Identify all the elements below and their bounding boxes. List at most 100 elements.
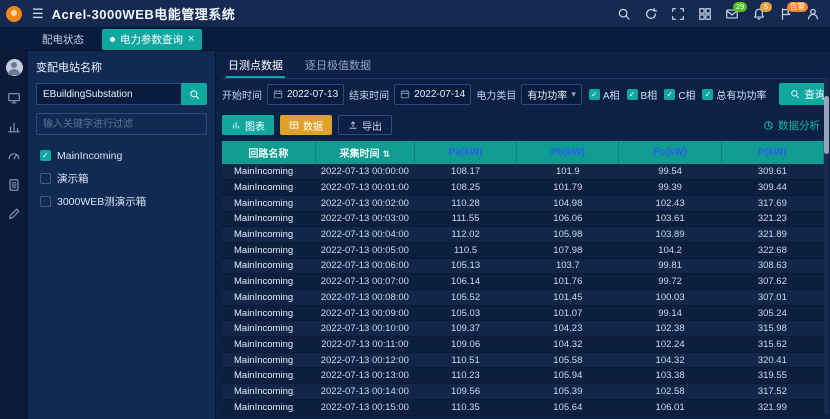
data-view-button[interactable]: 数据: [280, 115, 332, 135]
user-avatar[interactable]: [6, 59, 23, 76]
header-actions: 29 5 告警: [617, 7, 820, 21]
tree-filter-input[interactable]: [36, 113, 207, 135]
chart-icon: [231, 120, 241, 130]
table-cell: MainIncoming: [222, 164, 315, 180]
tree-checkbox[interactable]: [40, 173, 51, 184]
tab-daily-extreme-data[interactable]: 逐日极值数据: [303, 53, 373, 78]
document-icon[interactable]: [7, 178, 21, 192]
table-cell: 322.68: [721, 242, 823, 258]
table-cell: 112.02: [414, 227, 516, 243]
table-row: MainIncoming2022-07-13 00:05:00110.5107.…: [222, 242, 824, 258]
fullscreen-icon[interactable]: [671, 7, 685, 21]
search-icon: [790, 89, 800, 99]
table-cell: 104.32: [517, 337, 619, 353]
phase-label: 总有功功率: [716, 87, 766, 102]
filter-bar: 开始时间 2022-07-13 结束时间 2022-07-14 电力类目 有功功…: [222, 79, 824, 109]
refresh-icon[interactable]: [644, 7, 658, 21]
checkbox-icon[interactable]: ✓: [627, 89, 638, 100]
tab-power-param-query[interactable]: 电力参数查询 ×: [102, 29, 202, 50]
app-title: Acrel-3000WEB电能管理系统: [52, 4, 236, 23]
table-cell: 105.94: [517, 368, 619, 384]
table-cell: 2022-07-13 00:12:00: [315, 352, 414, 368]
table-cell: 2022-07-13 00:05:00: [315, 242, 414, 258]
column-header: 回路名称: [222, 141, 315, 164]
checkbox-icon[interactable]: ✓: [664, 89, 675, 100]
table-cell: 315.62: [721, 337, 823, 353]
end-date-label: 结束时间: [349, 87, 389, 102]
column-header[interactable]: 采集时间⇅: [315, 141, 414, 164]
table-cell: 2022-07-13 00:14:00: [315, 384, 414, 400]
tree-item[interactable]: 3000WEB测演示箱: [36, 191, 207, 212]
phase-checkbox[interactable]: ✓A相: [589, 87, 620, 102]
phase-checkbox[interactable]: ✓C相: [664, 87, 695, 102]
active-tab-dot: [110, 37, 115, 42]
phase-checkbox[interactable]: ✓B相: [627, 87, 658, 102]
table-row: MainIncoming2022-07-13 00:15:00110.35105…: [222, 399, 824, 415]
table-cell: 105.58: [517, 352, 619, 368]
end-date-input[interactable]: 2022-07-14: [394, 84, 471, 105]
tab-daily-point-data[interactable]: 日测点数据: [226, 53, 285, 78]
apps-grid-icon[interactable]: [698, 7, 712, 21]
table-cell: MainIncoming: [222, 195, 315, 211]
table-cell: 110.23: [414, 368, 516, 384]
station-search-row: [36, 83, 207, 105]
table-header-row: 回路名称采集时间⇅Pa(kW)Pb(kW)Pc(kW)P(kW): [222, 141, 824, 164]
table-cell: 107.98: [517, 242, 619, 258]
scrollbar-thumb[interactable]: [824, 96, 829, 154]
phase-label: B相: [641, 87, 658, 102]
chart-view-button[interactable]: 图表: [222, 115, 274, 135]
table-cell: MainIncoming: [222, 274, 315, 290]
tree-checkbox[interactable]: ✓: [40, 150, 51, 161]
checkbox-icon[interactable]: ✓: [702, 89, 713, 100]
table-cell: 2022-07-13 00:04:00: [315, 227, 414, 243]
station-search-button[interactable]: [181, 83, 207, 105]
power-category-select[interactable]: 有功功率 ▾: [521, 84, 582, 105]
close-icon[interactable]: ×: [188, 34, 194, 45]
table-cell: 2022-07-13 00:11:00: [315, 337, 414, 353]
column-header: Pc(kW): [619, 141, 721, 164]
alarm-flag-icon[interactable]: 告警: [779, 7, 793, 21]
messages-icon[interactable]: 29: [725, 7, 739, 21]
search-icon[interactable]: [617, 7, 631, 21]
table-cell: 110.51: [414, 352, 516, 368]
tab-distribution-status[interactable]: 配电状态: [34, 29, 92, 50]
table-cell: 105.52: [414, 290, 516, 306]
gauge-icon[interactable]: [7, 149, 21, 163]
alerts-bell-icon[interactable]: 5: [752, 7, 766, 21]
monitor-icon[interactable]: [7, 91, 21, 105]
tree-checkbox[interactable]: [40, 196, 51, 207]
data-analysis-link[interactable]: 数据分析: [763, 118, 824, 133]
table-cell: 105.98: [517, 227, 619, 243]
table-cell: MainIncoming: [222, 242, 315, 258]
user-icon[interactable]: [806, 7, 820, 21]
table-cell: 104.23: [517, 321, 619, 337]
query-button[interactable]: 查询: [779, 83, 824, 105]
tree-item[interactable]: ✓MainIncoming: [36, 145, 207, 166]
station-search-input[interactable]: [36, 83, 181, 105]
table-cell: 101.07: [517, 305, 619, 321]
chevron-down-icon: ▾: [571, 89, 576, 100]
table-cell: MainIncoming: [222, 258, 315, 274]
tree-item-label: 3000WEB测演示箱: [57, 194, 146, 209]
checkbox-icon[interactable]: ✓: [589, 89, 600, 100]
table-cell: 108.25: [414, 180, 516, 196]
end-date-value: 2022-07-14: [414, 89, 465, 100]
export-button[interactable]: 导出: [338, 115, 392, 135]
sort-icon[interactable]: ⇅: [383, 149, 391, 159]
phase-checkbox[interactable]: ✓总有功功率: [702, 87, 766, 102]
start-date-input[interactable]: 2022-07-13: [267, 84, 344, 105]
edit-icon[interactable]: [7, 207, 21, 221]
vertical-scrollbar[interactable]: [824, 78, 829, 415]
table-cell: MainIncoming: [222, 337, 315, 353]
table-cell: 104.2: [619, 242, 721, 258]
table-cell: 103.38: [619, 368, 721, 384]
menu-toggle-icon[interactable]: ☰: [32, 6, 44, 22]
column-header: Pb(kW): [517, 141, 619, 164]
table-cell: 102.58: [619, 384, 721, 400]
app-window: ☰ Acrel-3000WEB电能管理系统 29 5: [0, 0, 830, 419]
table-cell: 321.99: [721, 399, 823, 415]
search-icon: [189, 89, 200, 100]
table-cell: 320.41: [721, 352, 823, 368]
bar-chart-icon[interactable]: [7, 120, 21, 134]
tree-item[interactable]: 演示箱: [36, 168, 207, 189]
